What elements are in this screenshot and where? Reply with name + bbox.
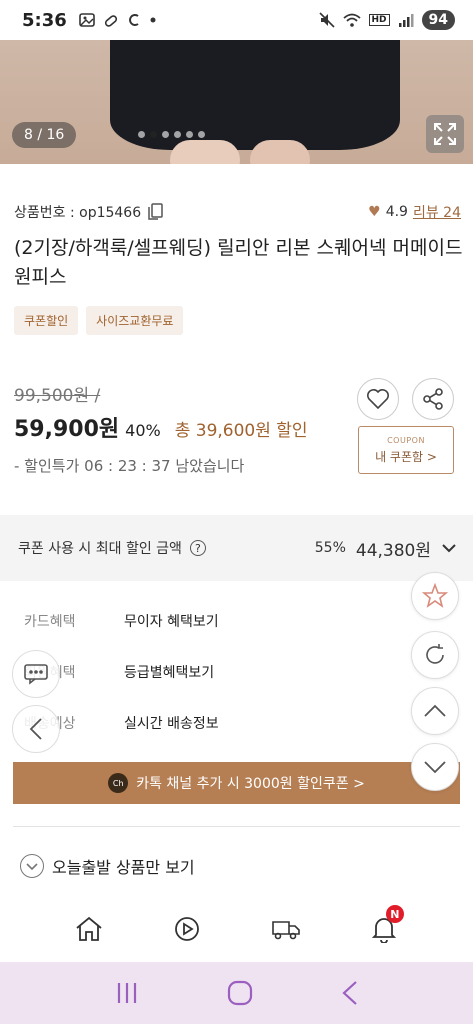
signal-icon	[398, 14, 414, 27]
hd-voice-icon: HD	[368, 14, 390, 26]
star-icon	[422, 583, 448, 608]
expand-image-button[interactable]	[426, 115, 464, 153]
help-icon[interactable]: ?	[189, 540, 206, 556]
max-discount-label: 쿠폰 사용 시 최대 할인 금액	[18, 541, 182, 557]
coupon-label: 내 쿠폰함 >	[375, 450, 437, 464]
status-time: 5:36	[22, 9, 67, 31]
delivery-truck-icon	[271, 921, 300, 940]
back-button-icon[interactable]	[340, 979, 360, 1007]
play-icon	[175, 917, 200, 941]
gallery-icon	[78, 13, 95, 27]
recent-view-fab[interactable]	[411, 631, 459, 679]
chevron-down-icon	[424, 761, 446, 774]
status-left-icons	[78, 12, 157, 28]
total-discount: 총 39,600원 할인	[174, 421, 308, 441]
mute-icon	[318, 12, 335, 28]
carousel-dot[interactable]	[174, 131, 181, 138]
chevron-left-icon	[29, 718, 42, 740]
nav-video[interactable]	[167, 909, 207, 949]
review-link[interactable]: 리뷰 24	[413, 202, 461, 222]
status-right-icons: HD 94	[318, 10, 455, 30]
heart-outline-icon	[367, 389, 389, 410]
nav-delivery[interactable]	[266, 909, 306, 949]
benefit-value: 실시간 배송정보	[124, 716, 219, 732]
discount-percent: 40%	[125, 421, 161, 440]
carousel-dot[interactable]	[138, 131, 145, 138]
image-counter: 8 / 16	[12, 122, 77, 148]
benefit-label: 카드혜택	[24, 614, 76, 630]
product-code: 상품번호 : op15466	[14, 205, 142, 221]
copy-icon[interactable]	[147, 203, 163, 221]
share-button[interactable]	[412, 378, 454, 420]
product-tags: 쿠폰할인 사이즈교환무료	[14, 306, 184, 335]
tag-coupon: 쿠폰할인	[14, 306, 79, 335]
home-icon	[76, 916, 102, 941]
rating: ♥ 4.9 리뷰 24	[368, 202, 461, 222]
bottom-nav: N	[0, 896, 473, 962]
benefit-card[interactable]: 카드혜택 무이자 혜택보기	[24, 611, 219, 631]
scroll-top-fab[interactable]	[411, 687, 459, 735]
coupon-small-label: COUPON	[387, 436, 425, 445]
product-meta-row: 상품번호 : op15466 ♥ 4.9 리뷰 24	[14, 202, 461, 222]
c-icon	[128, 14, 139, 26]
max-discount-row[interactable]: 쿠폰 사용 시 최대 할인 금액 ? 55% 44,380원	[0, 515, 473, 581]
favorite-fab[interactable]	[411, 572, 459, 620]
carousel-dots	[138, 131, 205, 138]
price-line: 59,900원 40% 총 39,600원 할인	[14, 411, 308, 443]
recent-apps-icon[interactable]	[113, 981, 141, 1005]
home-button-icon[interactable]	[226, 979, 254, 1007]
product-image[interactable]	[0, 40, 473, 164]
tag-free-exchange: 사이즈교환무료	[86, 306, 184, 335]
status-bar: 5:36 HD 94	[0, 0, 473, 40]
heart-icon: ♥	[368, 204, 381, 220]
dot-icon	[150, 17, 156, 23]
carousel-dot[interactable]	[162, 131, 169, 138]
chevron-up-icon	[424, 704, 446, 717]
today-shipping-filter[interactable]: 오늘출발 상품만 보기	[20, 854, 195, 878]
carousel-dot[interactable]	[198, 131, 205, 138]
kakao-banner-label: 카톡 채널 추가 시 3000원 할인쿠폰 >	[136, 776, 365, 792]
leg-shape-left	[170, 140, 240, 164]
share-icon	[423, 388, 443, 410]
carousel-dot[interactable]	[186, 131, 193, 138]
chevron-down-icon	[442, 544, 456, 553]
benefit-value: 무이자 혜택보기	[124, 614, 219, 630]
chat-fab[interactable]	[12, 650, 60, 698]
kakao-channel-banner[interactable]: Ch 카톡 채널 추가 시 3000원 할인쿠폰 >	[13, 762, 460, 804]
expand-icon	[434, 123, 456, 145]
chat-icon	[24, 664, 48, 685]
battery-badge: 94	[421, 10, 455, 30]
original-price: 99,500원 /	[14, 386, 101, 406]
nav-notifications[interactable]: N	[364, 905, 404, 949]
notification-badge: N	[385, 905, 404, 923]
wishlist-button[interactable]	[357, 378, 399, 420]
nav-home[interactable]	[69, 909, 109, 949]
vpn-icon	[104, 15, 117, 27]
kakao-channel-icon: Ch	[108, 773, 129, 793]
carousel-dot-active[interactable]	[150, 131, 157, 138]
back-fab[interactable]	[12, 705, 60, 753]
product-title: (2기장/하객룩/셀프웨딩) 릴리안 리본 스퀘어넥 머메이드 원피스	[14, 237, 463, 288]
sale-timer: - 할인특가 06 : 23 : 37 남았습니다	[14, 457, 245, 475]
refresh-icon	[426, 644, 444, 664]
benefit-value: 등급별혜택보기	[124, 665, 215, 681]
check-circle-icon	[20, 854, 44, 878]
my-coupon-button[interactable]: COUPON 내 쿠폰함 >	[358, 426, 454, 474]
sale-price: 59,900원	[14, 417, 120, 442]
divider	[13, 826, 460, 827]
max-discount-amount: 44,380원	[355, 540, 431, 561]
system-nav-bar	[0, 962, 473, 1024]
scroll-bottom-fab[interactable]	[411, 743, 459, 791]
rating-value: 4.9	[385, 204, 408, 220]
max-discount-percent: 55%	[314, 540, 346, 556]
leg-shape-right	[250, 140, 310, 164]
wifi-icon	[342, 13, 361, 27]
today-shipping-label: 오늘출발 상품만 보기	[52, 858, 195, 877]
